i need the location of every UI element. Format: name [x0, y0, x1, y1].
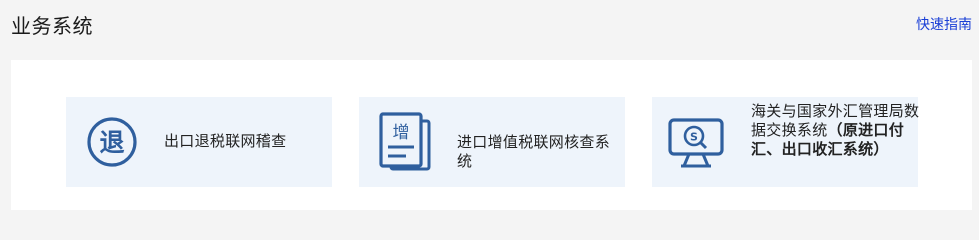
document-stack-icon: 增: [374, 109, 436, 175]
page-title: 业务系统: [11, 14, 93, 38]
quick-guide-link[interactable]: 快速指南: [916, 15, 972, 35]
card-export-tax-refund-audit[interactable]: 退 出口退税联网稽查: [66, 97, 332, 187]
card-label: 进口增值税联网核查系统: [457, 133, 611, 170]
card-import-vat-verification[interactable]: 增 进口增值税联网核查系统: [359, 97, 625, 187]
retreat-circle-icon: 退: [81, 109, 143, 175]
card-label: 出口退税联网稽查: [164, 132, 287, 150]
card-icon-text: 增: [393, 123, 410, 143]
systems-panel: 退 出口退税联网稽查 增 进口增值税联网核查系统 S 海关与国家外汇管理局数据交…: [11, 60, 972, 210]
card-customs-forex-data-exchange[interactable]: S 海关与国家外汇管理局数据交换系统（原进口付汇、出口收汇系统）: [652, 97, 921, 187]
card-label: 海关与国家外汇管理局数据交换系统（原进口付汇、出口收汇系统）: [751, 102, 921, 159]
card-icon-text: S: [690, 131, 698, 144]
card-icon-text: 退: [99, 128, 124, 157]
header: 业务系统 快速指南: [0, 0, 979, 52]
monitor-search-icon: S: [665, 109, 727, 175]
